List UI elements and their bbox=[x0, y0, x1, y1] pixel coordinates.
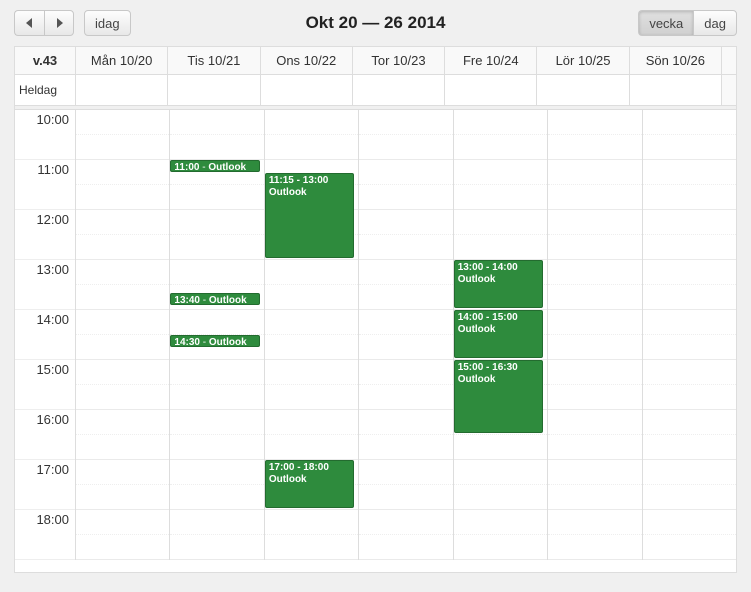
day-header[interactable]: Tor 10/23 bbox=[353, 47, 445, 74]
day-header[interactable]: Ons 10/22 bbox=[261, 47, 353, 74]
allday-cell[interactable] bbox=[168, 75, 260, 105]
event-time: 15:00 - 16:30 bbox=[458, 362, 518, 373]
event-title: Outlook bbox=[269, 474, 350, 486]
event-time: 13:40 bbox=[174, 295, 200, 305]
calendar-header: v.43 Mån 10/20 Tis 10/21 Ons 10/22 Tor 1… bbox=[15, 47, 736, 75]
scroll-area[interactable]: 10:0011:0012:0013:0014:0015:0016:0017:00… bbox=[15, 110, 736, 572]
day-column[interactable] bbox=[359, 110, 453, 560]
calendar-event[interactable]: 11:15 - 13:00Outlook bbox=[265, 173, 354, 259]
event-title: Outlook bbox=[208, 162, 246, 172]
time-axis: 10:0011:0012:0013:0014:0015:0016:0017:00… bbox=[15, 110, 76, 560]
week-number-label: v.43 bbox=[15, 47, 76, 74]
calendar-event[interactable]: 14:00 - 15:00Outlook bbox=[454, 310, 543, 358]
allday-cell[interactable] bbox=[630, 75, 722, 105]
day-column[interactable] bbox=[76, 110, 170, 560]
day-header[interactable]: Lör 10/25 bbox=[537, 47, 629, 74]
time-label: 17:00 bbox=[15, 460, 75, 510]
day-header[interactable]: Tis 10/21 bbox=[168, 47, 260, 74]
calendar-event[interactable]: 14:30 - Outlook bbox=[170, 335, 259, 347]
scrollbar-gutter bbox=[722, 75, 736, 105]
calendar-event[interactable]: 15:00 - 16:30Outlook bbox=[454, 360, 543, 433]
next-button[interactable] bbox=[44, 10, 74, 36]
time-label: 15:00 bbox=[15, 360, 75, 410]
time-label: 12:00 bbox=[15, 210, 75, 260]
today-button[interactable]: idag bbox=[84, 10, 131, 36]
day-column[interactable] bbox=[548, 110, 642, 560]
allday-cell[interactable] bbox=[76, 75, 168, 105]
time-label: 10:00 bbox=[15, 110, 75, 160]
time-label: 16:00 bbox=[15, 410, 75, 460]
allday-cell[interactable] bbox=[353, 75, 445, 105]
calendar-event[interactable]: 13:40 - Outlook bbox=[170, 293, 259, 305]
day-column[interactable]: 11:00 - Outlook 13:40 - Outlook 14:30 - Ou… bbox=[170, 110, 264, 560]
event-time: 17:00 - 18:00 bbox=[269, 462, 329, 473]
event-time: 11:15 - 13:00 bbox=[269, 175, 329, 186]
day-header[interactable]: Sön 10/26 bbox=[630, 47, 722, 74]
time-label: 18:00 bbox=[15, 510, 75, 560]
time-label: 11:00 bbox=[15, 160, 75, 210]
allday-cell[interactable] bbox=[445, 75, 537, 105]
calendar-title: Okt 20 — 26 2014 bbox=[306, 13, 446, 33]
time-label: 14:00 bbox=[15, 310, 75, 360]
allday-cell[interactable] bbox=[261, 75, 353, 105]
event-time: 14:00 - 15:00 bbox=[458, 312, 518, 323]
event-title: Outlook bbox=[209, 337, 247, 347]
event-title: Outlook bbox=[269, 187, 350, 199]
calendar: v.43 Mån 10/20 Tis 10/21 Ons 10/22 Tor 1… bbox=[14, 46, 737, 573]
event-time: 14:30 bbox=[174, 337, 200, 347]
event-time: 13:00 - 14:00 bbox=[458, 262, 518, 273]
calendar-event[interactable]: 17:00 - 18:00Outlook bbox=[265, 460, 354, 508]
event-title: Outlook bbox=[458, 374, 539, 386]
allday-row: Heldag bbox=[15, 75, 736, 106]
calendar-event[interactable]: 11:00 - Outlook bbox=[170, 160, 259, 172]
time-label: 13:00 bbox=[15, 260, 75, 310]
allday-cell[interactable] bbox=[537, 75, 629, 105]
calendar-event[interactable]: 13:00 - 14:00Outlook bbox=[454, 260, 543, 308]
allday-label: Heldag bbox=[15, 75, 76, 105]
day-header[interactable]: Mån 10/20 bbox=[76, 47, 168, 74]
event-title: Outlook bbox=[458, 274, 539, 286]
day-column[interactable]: 11:15 - 13:00Outlook17:00 - 18:00Outlook bbox=[265, 110, 359, 560]
day-header[interactable]: Fre 10/24 bbox=[445, 47, 537, 74]
event-title: Outlook bbox=[458, 324, 539, 336]
chevron-right-icon bbox=[55, 18, 63, 28]
day-column[interactable]: 13:00 - 14:00Outlook14:00 - 15:00Outlook… bbox=[454, 110, 548, 560]
event-time: 11:00 bbox=[174, 162, 199, 172]
chevron-left-icon bbox=[26, 18, 34, 28]
scrollbar-gutter bbox=[722, 47, 736, 74]
event-title: Outlook bbox=[209, 295, 247, 305]
prev-button[interactable] bbox=[14, 10, 44, 36]
day-column[interactable] bbox=[643, 110, 736, 560]
day-columns: 11:00 - Outlook 13:40 - Outlook 14:30 - Ou… bbox=[76, 110, 736, 560]
week-view-button[interactable]: vecka bbox=[638, 10, 693, 36]
day-view-button[interactable]: dag bbox=[693, 10, 737, 36]
